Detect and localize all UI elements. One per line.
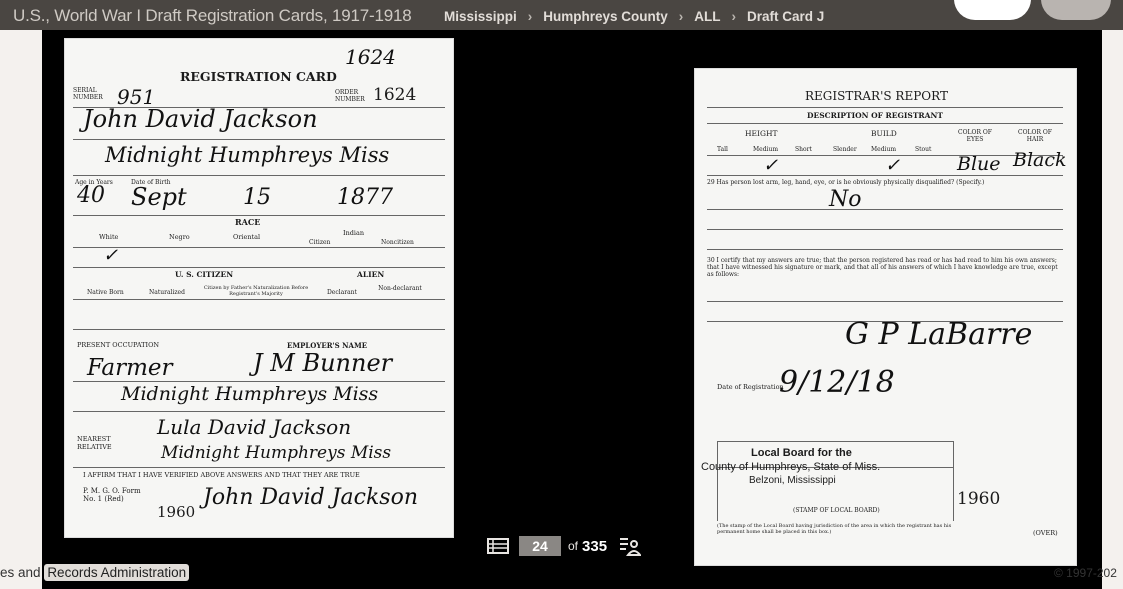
occupation-value: Farmer <box>87 355 173 381</box>
registrant-signature: John David Jackson <box>203 485 418 510</box>
citizen-col-declarant: Declarant <box>327 289 357 296</box>
dob-month: Sept <box>131 183 187 211</box>
indian-citizen: Citizen <box>309 239 331 246</box>
page-navigator: 24 of 335 <box>487 534 643 558</box>
filmstrip-icon[interactable] <box>487 537 509 555</box>
citizen-col-father: Citizen by Father's Naturalization Befor… <box>203 285 309 297</box>
chevron-right-icon: › <box>731 9 737 24</box>
build-stout: Stout <box>915 146 932 153</box>
bottom-number: 1960 <box>157 503 196 521</box>
form-label: P. M. G. O. Form No. 1 (Red) <box>83 487 141 503</box>
no-button[interactable]: No <box>1041 0 1111 20</box>
race-col-indian: Indian <box>343 229 365 237</box>
stamp-caption: (STAMP OF LOCAL BOARD) <box>793 507 880 514</box>
source-prefix: es and <box>0 565 41 580</box>
copyright-text: © 1997-202 <box>1054 566 1117 580</box>
serial-label: SERIAL NUMBER <box>73 87 103 101</box>
dob-day: 15 <box>243 185 271 210</box>
order-label: ORDER NUMBER <box>335 89 365 103</box>
date-label: Date of Registration <box>717 383 784 391</box>
height-medium: Medium <box>753 146 779 153</box>
collection-title[interactable]: U.S., World War I Draft Registration Car… <box>13 6 412 26</box>
employment-place: Midnight Humphreys Miss <box>121 383 379 405</box>
race-label: RACE <box>235 217 261 227</box>
registrar-report-title: REGISTRAR'S REPORT <box>805 89 948 103</box>
registrant-name: John David Jackson <box>83 105 318 133</box>
description-label: DESCRIPTION OF REGISTRANT <box>807 111 943 120</box>
occupation-label: PRESENT OCCUPATION <box>77 341 160 349</box>
eyes-label: COLOR OF EYES <box>958 129 992 143</box>
breadcrumb-item-all[interactable]: ALL <box>694 9 720 24</box>
card-number-mark: 1624 <box>345 45 396 69</box>
stamp-number: 1960 <box>957 489 1001 509</box>
registration-card-back: REGISTRAR'S REPORT DESCRIPTION OF REGIST… <box>694 68 1077 566</box>
citizen-col-naturalized: Naturalized <box>149 289 185 296</box>
dob-year: 1877 <box>337 185 393 210</box>
indian-noncitizen: Noncitizen <box>381 239 414 246</box>
source-link[interactable]: Records Administration <box>44 564 190 581</box>
stamp-line-2: County of Humphreys, State of Miss. <box>701 461 881 473</box>
age-value: 40 <box>77 183 105 208</box>
page-number-input[interactable]: 24 <box>519 536 561 556</box>
page-total: 335 <box>582 537 608 555</box>
race-col-oriental: Oriental <box>233 233 261 241</box>
breadcrumb: Mississippi › Humphreys County › ALL › D… <box>444 9 824 24</box>
over-label: (OVER) <box>1033 529 1058 537</box>
breadcrumb-item-state[interactable]: Mississippi <box>444 9 517 24</box>
chevron-right-icon: › <box>527 9 533 24</box>
hair-label: COLOR OF HAIR <box>1018 129 1052 143</box>
registration-card-front: 1624 REGISTRATION CARD SERIAL NUMBER 951… <box>64 38 454 538</box>
order-value: 1624 <box>373 85 417 105</box>
alien-label: ALIEN <box>357 270 385 279</box>
breadcrumb-item-county[interactable]: Humphreys County <box>543 9 668 24</box>
citizen-col-nondeclarant: Non-declarant <box>378 285 422 292</box>
page-of-label: of <box>568 539 579 553</box>
eye-color-value: Blue <box>957 153 1001 175</box>
relative-address: Midnight Humphreys Miss <box>161 443 392 463</box>
build-slender: Slender <box>833 146 857 153</box>
top-bar: U.S., World War I Draft Registration Car… <box>0 0 1123 30</box>
source-credit: es and Records Administration <box>0 564 190 581</box>
breadcrumb-item-draft-card[interactable]: Draft Card J <box>747 9 824 24</box>
q30-text: 30 I certify that my answers are true; t… <box>707 257 1058 278</box>
stamp-line-1: Local Board for the <box>751 447 852 459</box>
employer-value: J M Bunner <box>253 349 393 377</box>
hair-color-value: Black <box>1013 149 1067 171</box>
home-address: Midnight Humphreys Miss <box>105 143 390 167</box>
q29-text: 29 Has person lost arm, leg, hand, eye, … <box>707 179 985 186</box>
height-tall: Tall <box>717 146 728 153</box>
build-label: BUILD <box>871 129 897 138</box>
nearest-relative-label: NEAREST RELATIVE <box>77 435 112 451</box>
stamp-note: (The stamp of the Local Board having jur… <box>717 523 952 535</box>
height-short: Short <box>795 146 812 153</box>
relative-name: Lula David Jackson <box>157 415 352 439</box>
build-medium: Medium <box>871 146 897 153</box>
yes-button[interactable]: Yes <box>954 0 1031 20</box>
image-viewer[interactable]: 1624 REGISTRATION CARD SERIAL NUMBER 951… <box>42 30 1102 589</box>
index-list-icon[interactable] <box>619 536 643 556</box>
registration-date: 9/12/18 <box>779 365 895 400</box>
card-title: REGISTRATION CARD <box>180 69 337 84</box>
race-col-negro: Negro <box>169 233 190 241</box>
chevron-right-icon: › <box>678 9 684 24</box>
stamp-line-3: Belzoni, Mississippi <box>749 475 836 486</box>
citizen-col-native: Native Born <box>87 289 124 296</box>
citizen-label: U. S. CITIZEN <box>175 270 234 279</box>
registrar-signature: G P LaBarre <box>845 317 1033 352</box>
race-col-white: White <box>99 233 119 241</box>
affirm-text: I AFFIRM THAT I HAVE VERIFIED ABOVE ANSW… <box>83 471 360 479</box>
height-label: HEIGHT <box>745 129 778 138</box>
